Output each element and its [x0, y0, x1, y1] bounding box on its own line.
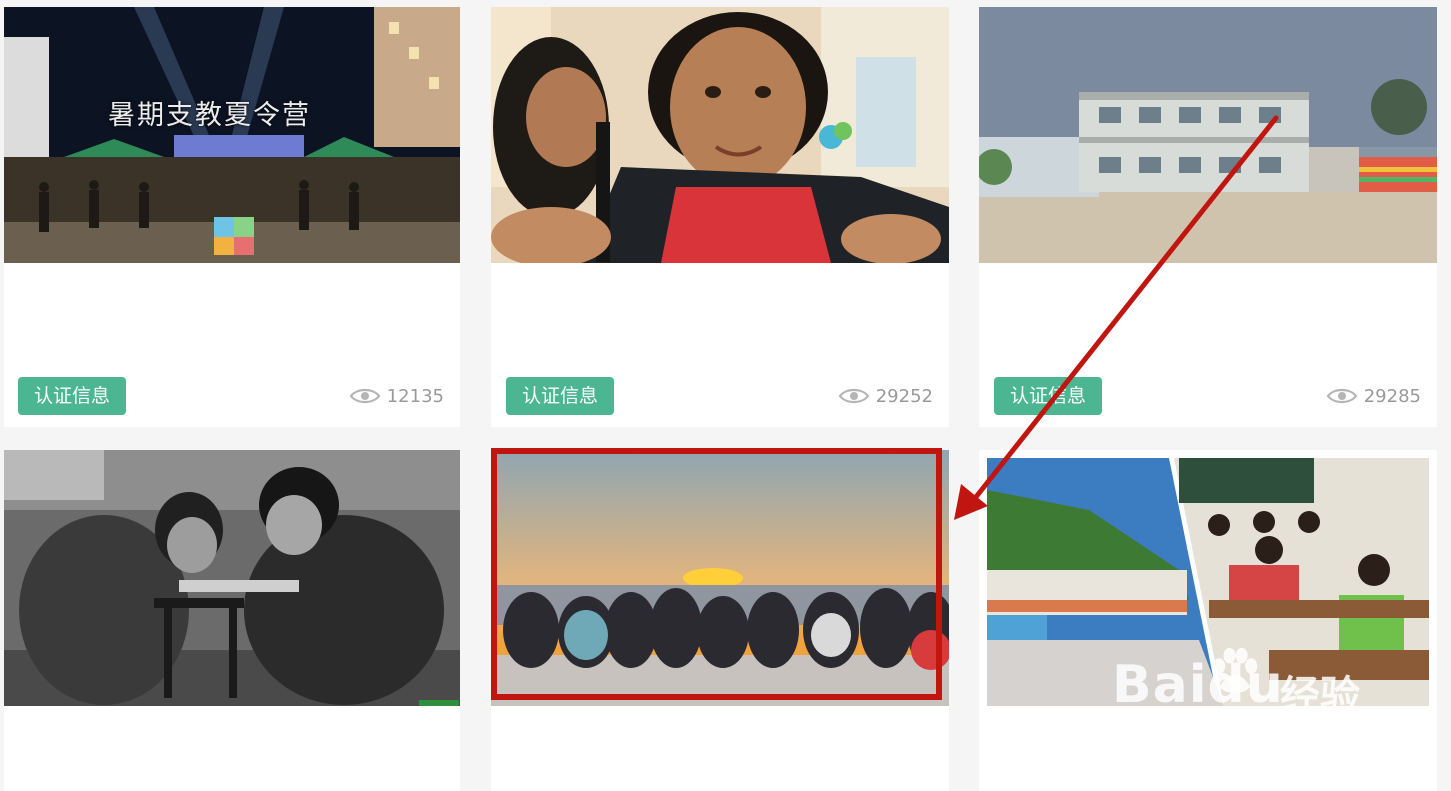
children-photo[interactable]	[491, 7, 949, 263]
project-card-1[interactable]: 暑期支教夏令营 认证信息 12135	[4, 7, 460, 427]
view-count: 29252	[838, 384, 933, 408]
photo-caption: 暑期支教夏令营	[108, 100, 311, 131]
paw-icon	[1213, 647, 1258, 693]
eye-icon	[1326, 388, 1358, 404]
watermark-url: jingyan.baidu.com	[1112, 727, 1361, 757]
watermark-brand-cn: 经验	[1280, 673, 1360, 719]
view-count-value: 29252	[875, 385, 933, 407]
project-card-4[interactable]	[4, 450, 460, 791]
certification-info-button[interactable]: 认证信息	[994, 377, 1103, 415]
project-card-2[interactable]: 认证信息 29252	[491, 7, 949, 427]
summer-camp-photo[interactable]: 暑期支教夏令营	[4, 7, 460, 263]
project-card-3[interactable]: 认证信息 29285	[979, 7, 1437, 427]
watermark: Baidu 经验 jingyan.baidu.com	[1112, 647, 1442, 765]
eye-icon	[349, 388, 381, 404]
sunset-group-photo[interactable]	[491, 450, 949, 706]
view-count-value: 12135	[386, 385, 444, 407]
project-card-5[interactable]	[491, 450, 949, 791]
certification-info-button[interactable]: 认证信息	[18, 377, 127, 415]
school-building-photo[interactable]	[979, 7, 1437, 263]
view-count: 12135	[349, 384, 444, 408]
view-count-value: 29285	[1363, 385, 1421, 407]
grayscale-children-photo[interactable]	[4, 450, 460, 706]
eye-icon	[838, 388, 870, 404]
view-count: 29285	[1326, 384, 1421, 408]
certification-info-button[interactable]: 认证信息	[506, 377, 615, 415]
